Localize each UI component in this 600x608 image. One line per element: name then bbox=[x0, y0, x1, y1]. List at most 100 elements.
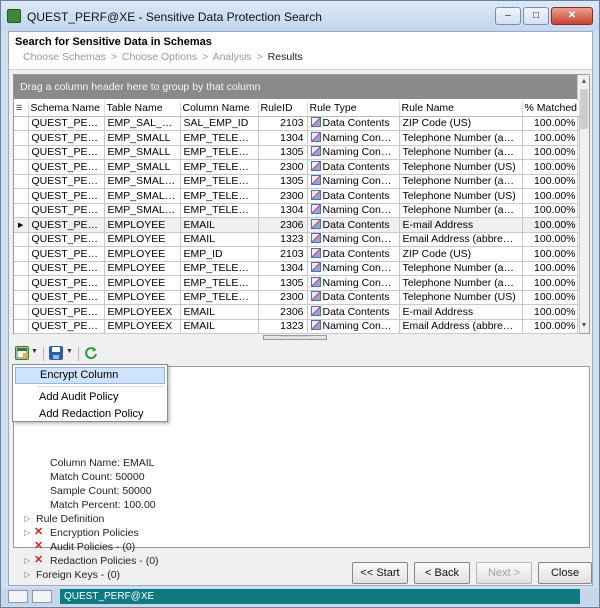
tree-redaction-policies[interactable]: Redaction Policies - (0) bbox=[50, 555, 159, 567]
cell-column: EMAIL bbox=[180, 319, 259, 334]
rule-type-icon bbox=[310, 131, 321, 142]
tree-encryption-policies[interactable]: Encryption Policies bbox=[50, 527, 139, 539]
cell-ruletype: Naming Convention bbox=[307, 203, 400, 218]
cell-rulename: ZIP Code (US) bbox=[399, 246, 523, 262]
menu-add-redaction-policy[interactable]: Add Redaction Policy bbox=[15, 406, 165, 423]
rule-type-label: Data Contents bbox=[322, 189, 390, 202]
cell-column: EMP_TELEPHONE bbox=[180, 159, 259, 175]
cell-column: EMP_TELEPHONE bbox=[180, 145, 259, 160]
table-row[interactable]: QUEST_PERFEMPLOYEEEMP_TELEPHONE1304 Namin… bbox=[14, 261, 580, 276]
tree-foreign-keys[interactable]: Foreign Keys - (0) bbox=[36, 569, 120, 581]
cell-ruleid: 2306 bbox=[258, 304, 308, 320]
column-chooser-icon[interactable]: ☰ bbox=[14, 101, 29, 117]
row-indicator[interactable] bbox=[14, 290, 29, 305]
row-indicator[interactable] bbox=[14, 145, 29, 160]
row-indicator[interactable] bbox=[14, 275, 29, 291]
status-grid-icon[interactable] bbox=[8, 590, 28, 603]
cell-ruleid: 1304 bbox=[258, 130, 308, 146]
table-row[interactable]: QUEST_PERFEMPLOYEEEMP_TELEPHONE2300 Data … bbox=[14, 290, 580, 305]
row-indicator[interactable] bbox=[14, 130, 29, 146]
expand-arrow-icon[interactable]: ▷ bbox=[24, 528, 30, 537]
row-indicator[interactable] bbox=[14, 159, 29, 175]
table-row[interactable]: QUEST_PERFEMP_SMALLXEMP_TELEPHONE1304 Nam… bbox=[14, 203, 580, 218]
cell-matched: 100.00% bbox=[522, 275, 580, 291]
expand-arrow-icon[interactable]: ▷ bbox=[24, 556, 30, 565]
expand-arrow-icon[interactable]: ▷ bbox=[24, 514, 30, 523]
cell-table: EMPLOYEE bbox=[104, 290, 181, 305]
table-row[interactable]: QUEST_PERFEMP_SMALLEMP_TELEPHONE2300 Data… bbox=[14, 159, 580, 175]
menu-add-audit-policy[interactable]: Add Audit Policy bbox=[15, 389, 165, 406]
col-header-rulename[interactable]: Rule Name bbox=[399, 101, 523, 117]
row-indicator[interactable] bbox=[14, 174, 29, 189]
table-row[interactable]: QUEST_PERF EMP_SAL_HIST SAL_EMP_ID 2103 Data… bbox=[14, 116, 580, 131]
row-indicator[interactable] bbox=[14, 116, 29, 131]
col-header-table[interactable]: Table Name bbox=[104, 101, 181, 117]
row-indicator[interactable] bbox=[14, 319, 29, 334]
row-pointer-icon[interactable]: ▶ bbox=[14, 217, 29, 233]
table-row[interactable]: QUEST_PERF EMPLOYEE EMP_ID 2103 Data Content… bbox=[14, 246, 580, 262]
title-bar[interactable]: QUEST_PERF@XE - Sensitive Data Protectio… bbox=[1, 1, 599, 31]
row-indicator[interactable] bbox=[14, 232, 29, 247]
row-indicator[interactable] bbox=[14, 261, 29, 276]
wizard-header: Search for Sensitive Data in Schemas Cho… bbox=[9, 32, 592, 70]
table-row[interactable]: ▶ QUEST_PERF EMPLOYEE EMAIL 2306 Data Content… bbox=[14, 217, 580, 233]
cell-table: EMP_SMALLX bbox=[104, 203, 181, 218]
col-header-column[interactable]: Column Name bbox=[180, 101, 259, 117]
expand-arrow-icon[interactable]: ▷ bbox=[24, 570, 30, 579]
row-indicator[interactable] bbox=[14, 304, 29, 320]
cell-rulename: E-mail Address bbox=[399, 304, 523, 320]
refresh-icon[interactable] bbox=[84, 346, 98, 360]
row-indicator[interactable] bbox=[14, 203, 29, 218]
group-by-area[interactable]: Drag a column header here to group by th… bbox=[14, 75, 579, 99]
col-header-ruletype[interactable]: Rule Type bbox=[307, 101, 400, 117]
scroll-thumb[interactable] bbox=[580, 89, 588, 129]
tree-rule-definition[interactable]: Rule Definition bbox=[36, 513, 104, 525]
save-icon[interactable] bbox=[49, 346, 63, 360]
status-window-icon[interactable] bbox=[32, 590, 52, 603]
minimize-button[interactable]: – bbox=[495, 7, 521, 25]
results-grid[interactable]: Drag a column header here to group by th… bbox=[13, 74, 590, 334]
cell-schema: QUEST_PERF bbox=[28, 116, 105, 131]
table-row[interactable]: QUEST_PERF EMPLOYEEX EMAIL 2306 Data Content… bbox=[14, 304, 580, 320]
scroll-down-icon[interactable]: ▼ bbox=[579, 321, 589, 331]
back-button[interactable]: < Back bbox=[414, 562, 470, 584]
cell-rulename: Telephone Number (abbreviat bbox=[399, 145, 523, 160]
table-row[interactable]: QUEST_PERF EMPLOYEE EMAIL 1323 Naming Conven… bbox=[14, 232, 580, 247]
col-header-matched[interactable]: % Matched bbox=[522, 101, 580, 117]
toolbar-separator bbox=[43, 347, 44, 361]
cell-ruletype: Naming Convention bbox=[307, 261, 400, 276]
cell-matched: 100.00% bbox=[522, 290, 580, 305]
table-row[interactable]: QUEST_PERFEMP_SMALLEMP_TELEPHONE1305 Nami… bbox=[14, 145, 580, 160]
cell-ruletype: Naming Convention bbox=[307, 145, 400, 160]
detail-match-count: Match Count: 50000 bbox=[50, 471, 145, 483]
close-window-button[interactable]: ✕ bbox=[551, 7, 593, 25]
table-row[interactable]: QUEST_PERF EMPLOYEEX EMAIL 1323 Naming Conve… bbox=[14, 319, 580, 334]
table-row[interactable]: QUEST_PERFEMPLOYEEEMP_TELEPHONE1305 Namin… bbox=[14, 275, 580, 291]
table-row[interactable]: QUEST_PERFEMP_SMALLEMP_TELEPHONE1304 Nami… bbox=[14, 130, 580, 146]
results-toolbar: ▼ ▼ bbox=[9, 344, 592, 364]
rule-type-label: Naming Convention bbox=[322, 131, 399, 144]
cell-rulename: Telephone Number (abbreviat bbox=[399, 275, 523, 291]
scroll-up-icon[interactable]: ▲ bbox=[579, 77, 589, 87]
table-row[interactable]: QUEST_PERFEMP_SMALLXEMP_TELEPHONE1305 Nam… bbox=[14, 174, 580, 189]
maximize-button[interactable]: □ bbox=[523, 7, 549, 25]
row-indicator[interactable] bbox=[14, 246, 29, 262]
rule-type-label: Naming Convention bbox=[322, 175, 399, 188]
close-button[interactable]: Close bbox=[538, 562, 592, 584]
start-button[interactable]: << Start bbox=[352, 562, 408, 584]
next-button[interactable]: Next > bbox=[476, 562, 532, 584]
cell-table: EMPLOYEE bbox=[104, 232, 181, 247]
row-indicator[interactable] bbox=[14, 188, 29, 204]
tree-audit-policies[interactable]: Audit Policies - (0) bbox=[50, 541, 135, 553]
menu-encrypt-column[interactable]: Encrypt Column bbox=[15, 367, 165, 384]
save-dropdown-icon[interactable]: ▼ bbox=[66, 348, 73, 355]
table-row[interactable]: QUEST_PERFEMP_SMALLXEMP_TELEPHONE2300 Dat… bbox=[14, 188, 580, 204]
cell-matched: 100.00% bbox=[522, 304, 580, 320]
table-actions-icon[interactable] bbox=[15, 346, 29, 360]
col-header-ruleid[interactable]: RuleID bbox=[258, 101, 308, 117]
cell-rulename: Email Address (abbreviated) bbox=[399, 319, 523, 334]
table-actions-dropdown-icon[interactable]: ▼ bbox=[31, 348, 38, 355]
cell-column: EMAIL bbox=[180, 232, 259, 247]
col-header-schema[interactable]: Schema Name bbox=[28, 101, 105, 117]
pane-splitter[interactable]: · · · · · · · · · · bbox=[263, 335, 327, 340]
